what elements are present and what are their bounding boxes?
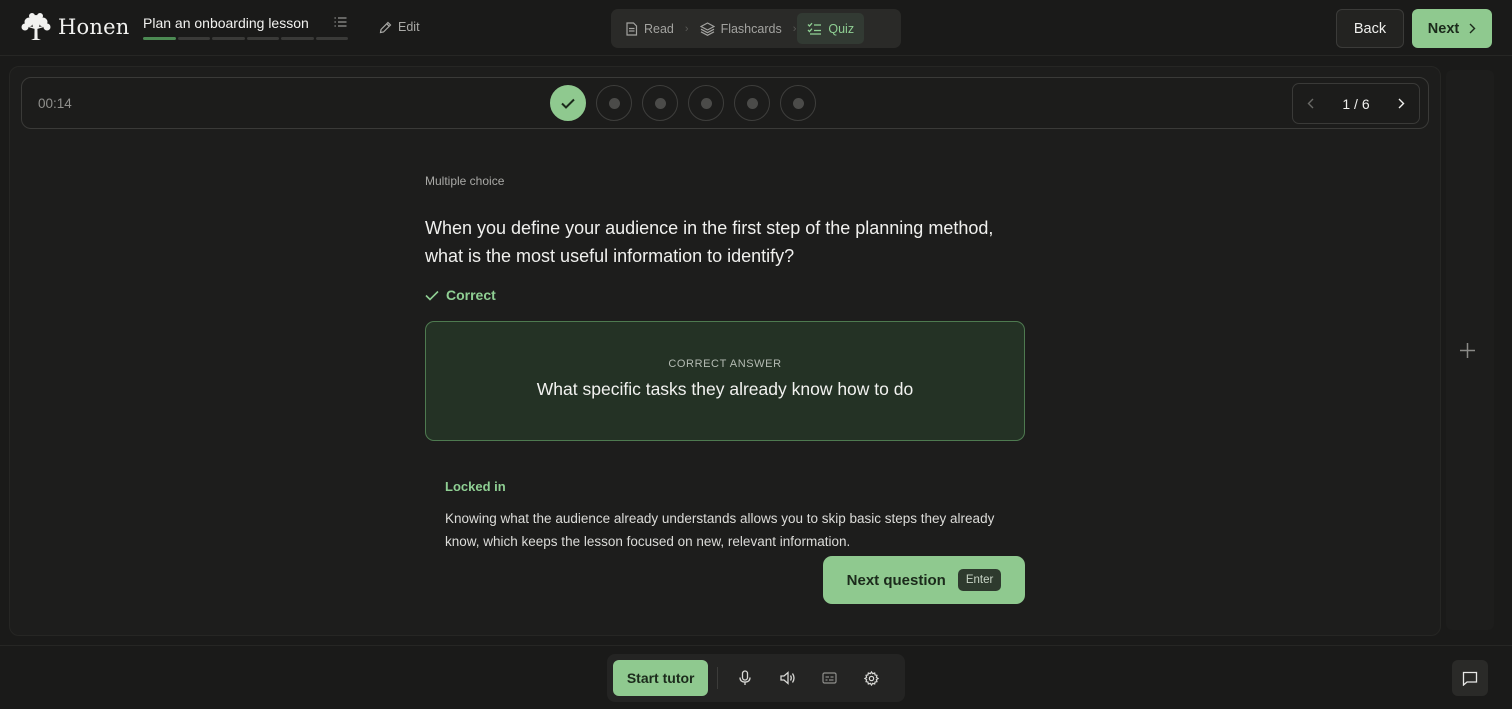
back-button[interactable]: Back bbox=[1336, 9, 1404, 48]
dot-indicator bbox=[608, 97, 620, 109]
captions-icon bbox=[822, 672, 837, 684]
quiz-timer: 00:14 bbox=[38, 96, 72, 111]
progress-segment bbox=[143, 37, 176, 40]
speaker-button[interactable] bbox=[772, 660, 802, 696]
tab-quiz-label: Quiz bbox=[828, 21, 855, 36]
keyboard-shortcut-badge: Enter bbox=[957, 569, 1002, 591]
layers-icon bbox=[699, 21, 715, 36]
result-text: Correct bbox=[446, 287, 496, 303]
start-tutor-button[interactable]: Start tutor bbox=[613, 660, 709, 696]
app-name: Honen bbox=[58, 15, 130, 39]
pager-count: 1 / 6 bbox=[1342, 95, 1370, 112]
question-pager: 1 / 6 bbox=[1292, 83, 1420, 124]
tree-logo-icon bbox=[20, 12, 52, 42]
next-question-label: Next question bbox=[846, 571, 946, 589]
chat-bubble-icon bbox=[1462, 671, 1478, 686]
microphone-icon bbox=[739, 670, 751, 686]
next-button[interactable]: Next bbox=[1412, 9, 1492, 48]
check-icon bbox=[425, 290, 439, 301]
answer-text: What specific tasks they already know ho… bbox=[536, 379, 914, 399]
result-label: Correct bbox=[425, 287, 496, 303]
chevron-right-icon: › bbox=[684, 22, 689, 35]
lesson-progress bbox=[143, 37, 348, 40]
divider bbox=[717, 667, 719, 689]
dot-indicator bbox=[700, 97, 712, 109]
question-dot-answered[interactable] bbox=[550, 85, 586, 121]
tab-flashcards[interactable]: Flashcards bbox=[690, 13, 792, 44]
progress-segment bbox=[177, 37, 210, 40]
microphone-button[interactable] bbox=[730, 660, 760, 696]
dot-indicator bbox=[654, 97, 666, 109]
plus-icon[interactable] bbox=[1459, 342, 1476, 359]
next-button-label: Next bbox=[1427, 20, 1460, 37]
next-question-button[interactable]: Next question Enter bbox=[823, 556, 1025, 604]
question-dot[interactable] bbox=[688, 85, 724, 121]
question-dot[interactable] bbox=[596, 85, 632, 121]
progress-segment bbox=[246, 37, 279, 40]
top-bar: Honen Plan an onboarding lesson Edit Rea… bbox=[0, 0, 1512, 56]
chevron-left-icon[interactable] bbox=[1307, 98, 1314, 109]
progress-segment bbox=[212, 37, 245, 40]
question-text: When you define your audience in the fir… bbox=[425, 218, 994, 266]
chevron-right-icon: › bbox=[792, 22, 797, 35]
settings-button[interactable] bbox=[857, 660, 887, 696]
quiz-status-bar: 00:14 1 / 6 bbox=[21, 77, 1429, 129]
tab-read-label: Read bbox=[644, 21, 674, 36]
chat-button[interactable] bbox=[1452, 660, 1488, 696]
outline-list-icon[interactable] bbox=[334, 16, 347, 28]
lesson-header: Plan an onboarding lesson bbox=[143, 15, 348, 40]
pencil-icon bbox=[379, 21, 392, 34]
logo[interactable]: Honen bbox=[20, 12, 129, 42]
gear-icon bbox=[864, 670, 880, 686]
tutor-controls: Start tutor bbox=[607, 654, 905, 702]
answer-caption: CORRECT ANSWER bbox=[668, 358, 782, 370]
chevron-right-icon[interactable] bbox=[1398, 98, 1405, 109]
tab-quiz[interactable]: Quiz bbox=[797, 13, 865, 44]
question-dot[interactable] bbox=[642, 85, 678, 121]
lesson-title[interactable]: Plan an onboarding lesson bbox=[143, 15, 309, 31]
question-progress bbox=[550, 85, 816, 121]
question-dot[interactable] bbox=[734, 85, 770, 121]
check-icon bbox=[561, 98, 575, 109]
explanation: Locked in Knowing what the audience alre… bbox=[445, 479, 1015, 553]
question-type: Multiple choice bbox=[425, 174, 505, 188]
explanation-text: Knowing what the audience already unders… bbox=[445, 511, 995, 549]
document-icon bbox=[625, 21, 638, 36]
explanation-title: Locked in bbox=[445, 479, 506, 494]
tab-read[interactable]: Read bbox=[615, 13, 684, 44]
progress-segment bbox=[315, 37, 348, 40]
captions-button[interactable] bbox=[815, 660, 845, 696]
dot-indicator bbox=[792, 97, 804, 109]
question-dot[interactable] bbox=[780, 85, 816, 121]
progress-segment bbox=[281, 37, 314, 40]
correct-answer-card: CORRECT ANSWER What specific tasks they … bbox=[425, 321, 1025, 441]
checklist-icon bbox=[807, 22, 822, 35]
edit-label: Edit bbox=[398, 20, 420, 34]
edit-button[interactable]: Edit bbox=[379, 20, 420, 34]
chevron-right-icon bbox=[1469, 23, 1476, 34]
mode-switcher: Read › Flashcards › Quiz bbox=[611, 9, 901, 48]
dot-indicator bbox=[746, 97, 758, 109]
tab-flashcards-label: Flashcards bbox=[720, 21, 782, 36]
speaker-icon bbox=[779, 671, 796, 685]
